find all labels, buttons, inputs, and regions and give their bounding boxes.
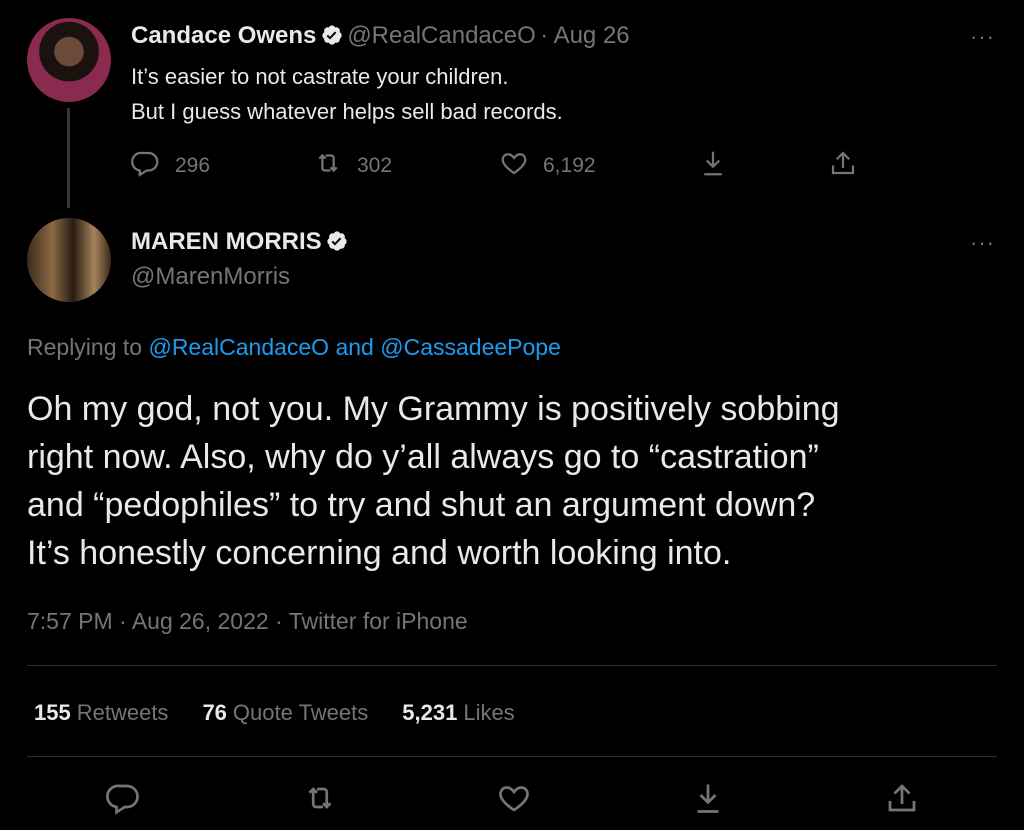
tweet2-line: right now. Also, why do y’all always go … (27, 438, 819, 476)
author-handle[interactable]: @RealCandaceO (347, 22, 535, 49)
likes-stat[interactable]: 5,231 Likes (402, 700, 514, 726)
author-name[interactable]: MAREN MORRIS (131, 228, 322, 255)
bookmark-download-button[interactable] (698, 148, 728, 184)
retweet-icon[interactable] (302, 780, 338, 816)
tweet2-author: MAREN MORRIS (131, 228, 348, 256)
quote-tweets-stat[interactable]: 76 Quote Tweets (202, 700, 368, 726)
mention-and[interactable]: and (335, 334, 373, 360)
more-options-icon[interactable]: ··· (970, 230, 995, 256)
likes-count: 5,231 (402, 700, 458, 725)
retweet-icon (313, 148, 343, 184)
heart-icon (499, 148, 529, 184)
retweet-count: 302 (357, 154, 393, 177)
like-count: 6,192 (543, 154, 596, 177)
replying-to-label: Replying to (27, 334, 143, 360)
tweet-date[interactable]: · Aug 26 (540, 22, 629, 49)
tweet1-text: It’s easier to not castrate your childre… (131, 59, 563, 129)
retweets-stat[interactable]: 155 Retweets (34, 700, 168, 726)
verified-badge-icon (321, 24, 343, 46)
heart-icon[interactable] (496, 780, 532, 816)
tweet2-line: It’s honestly concerning and worth looki… (27, 534, 732, 572)
quote-label: Quote Tweets (232, 700, 369, 725)
reply-icon (131, 148, 161, 184)
replying-to: Replying to @RealCandaceO and @CassadeeP… (27, 334, 561, 361)
divider (27, 665, 997, 666)
tweet1-line: It’s easier to not castrate your childre… (131, 64, 509, 89)
tweet1-header: Candace Owens @RealCandaceO · Aug 26 (131, 22, 630, 50)
thread-line (67, 108, 70, 208)
tweet2-text: Oh my god, not you. My Grammy is positiv… (27, 385, 987, 577)
reply-icon[interactable] (106, 780, 142, 816)
tweet2-line: Oh my god, not you. My Grammy is positiv… (27, 390, 840, 428)
tweet1-line: But I guess whatever helps sell bad reco… (131, 99, 563, 124)
download-icon[interactable] (690, 780, 726, 816)
tweet2-line: and “pedophiles” to try and shut an argu… (27, 486, 816, 524)
download-icon (698, 148, 728, 184)
avatar-maren-morris[interactable] (27, 218, 111, 302)
retweet-button[interactable]: 302 (313, 148, 392, 184)
avatar-candace-owens[interactable] (27, 18, 111, 102)
verified-badge-icon (326, 230, 348, 252)
mention-cassadeepope[interactable]: @CassadeePope (380, 334, 561, 360)
divider (27, 756, 997, 757)
retweets-count: 155 (34, 700, 71, 725)
retweets-label: Retweets (76, 700, 169, 725)
share-icon (828, 148, 858, 184)
reply-count: 296 (175, 154, 211, 177)
author-name[interactable]: Candace Owens (131, 22, 316, 49)
tweet-timestamp[interactable]: 7:57 PM · Aug 26, 2022 · Twitter for iPh… (27, 608, 468, 635)
likes-label: Likes (463, 700, 515, 725)
quote-count: 76 (202, 700, 227, 725)
share-button[interactable] (828, 148, 858, 184)
engagement-stats: 155 Retweets 76 Quote Tweets 5,231 Likes (34, 700, 515, 726)
reply-button[interactable]: 296 (131, 148, 210, 184)
share-icon[interactable] (884, 780, 920, 816)
mention-realcandaceo[interactable]: @RealCandaceO (148, 334, 329, 360)
like-button[interactable]: 6,192 (499, 148, 596, 184)
author-handle[interactable]: @MarenMorris (131, 263, 290, 291)
more-options-icon[interactable]: ··· (970, 24, 995, 50)
